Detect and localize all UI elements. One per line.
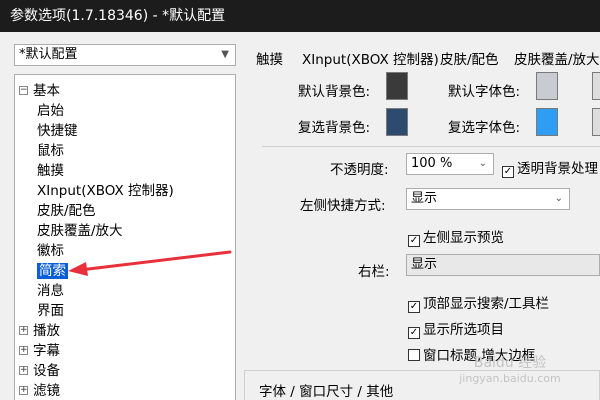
expand-icon[interactable]: + (19, 346, 28, 355)
tree-item-skin[interactable]: 皮肤/配色 (37, 201, 96, 221)
tree-item-label: 快捷键 (37, 123, 78, 139)
section-divider (262, 146, 600, 147)
opacity-value: 100 % (411, 156, 453, 171)
selected-bg-label: 复选背景色: (298, 120, 371, 136)
window-title: 参数选项(1.7.18346) - *默认配置 (0, 0, 600, 32)
chevron-down-icon: ⌄ (478, 158, 487, 169)
tab-xinput[interactable]: XInput(XBOX 控制器) (302, 48, 439, 68)
top-search-label: 顶部显示搜索/工具栏 (423, 296, 550, 312)
tree-item-label: 皮肤/配色 (37, 203, 96, 219)
tree-item-mouse[interactable]: 鼠标 (37, 141, 64, 161)
tab-skin-color[interactable]: 皮肤/配色 (440, 48, 499, 68)
bottom-section-title: 字体 / 窗口尺寸 / 其他 (259, 384, 394, 400)
color-swatch-partial[interactable] (592, 108, 600, 136)
show-selected-label: 显示所选项目 (423, 322, 504, 338)
default-bg-label: 默认背景色: (298, 84, 371, 100)
left-shortcut-value: 显示 (411, 191, 438, 206)
tree-group-label: 字幕 (33, 343, 60, 359)
tree-group-label: 滤镜 (33, 383, 60, 399)
checkbox-checked-icon: ✓ (408, 301, 420, 313)
tree-item-label: 启始 (37, 103, 64, 119)
checkbox-checked-icon: ✓ (502, 166, 514, 178)
tree-item-label: 消息 (37, 283, 64, 299)
tree-item-xinput[interactable]: XInput(XBOX 控制器) (37, 181, 174, 201)
top-search-checkbox[interactable]: ✓ 顶部显示搜索/工具栏 (408, 292, 549, 313)
options-tree: − 基本 启始 快捷键 鼠标 触摸 XInput(XBOX 控制器) 皮肤/配色… (14, 74, 236, 400)
checkbox-checked-icon: ✓ (408, 235, 420, 247)
tree-item-label: XInput(XBOX 控制器) (37, 183, 174, 199)
color-swatch-partial[interactable] (592, 72, 600, 100)
tab-skin-overlay[interactable]: 皮肤覆盖/放大 (514, 48, 600, 68)
tree-item-start[interactable]: 启始 (37, 101, 64, 121)
left-preview-label: 左侧显示预览 (423, 230, 504, 246)
expand-icon[interactable]: + (19, 326, 28, 335)
tree-item-touch[interactable]: 触摸 (37, 161, 64, 181)
bottom-section: 字体 / 窗口尺寸 / 其他 (244, 370, 600, 400)
profile-select-value: *默认配置 (19, 47, 78, 62)
transparent-bg-label: 透明背景处理 (517, 161, 598, 177)
tree-group-label: 基本 (33, 83, 60, 99)
tree-item-label: 鼠标 (37, 143, 64, 159)
default-font-label: 默认字体色: (448, 84, 521, 100)
tree-item-skin-overlay[interactable]: 皮肤覆盖/放大 (37, 221, 123, 241)
selected-font-swatch[interactable] (536, 108, 558, 136)
checkbox-unchecked-icon (408, 349, 420, 361)
expand-icon[interactable]: + (19, 386, 28, 395)
tree-item-label: 皮肤覆盖/放大 (37, 223, 123, 239)
show-selected-checkbox[interactable]: ✓ 显示所选项目 (408, 318, 504, 339)
tree-item-label: 界面 (37, 303, 64, 319)
chevron-down-icon: ⌄ (554, 193, 563, 204)
checkbox-checked-icon: ✓ (408, 327, 420, 339)
right-bar-value: 显示 (411, 257, 438, 272)
default-font-swatch[interactable] (536, 72, 558, 100)
opacity-label: 不透明度: (330, 162, 389, 178)
right-bar-label: 右栏: (358, 264, 390, 280)
tree-item-shortcuts[interactable]: 快捷键 (37, 121, 78, 141)
chevron-down-icon: ▼ (221, 49, 229, 60)
profile-select[interactable]: *默认配置 ▼ (14, 44, 236, 66)
default-bg-swatch[interactable] (386, 72, 408, 100)
selected-bg-swatch[interactable] (386, 108, 408, 136)
opacity-select[interactable]: 100 % ⌄ (406, 153, 494, 175)
annotation-arrow-icon (68, 250, 232, 276)
window-title-label: 窗口标题,增大边框 (423, 348, 536, 364)
left-shortcut-label: 左侧快捷方式: (300, 198, 386, 214)
selected-font-label: 复选字体色: (448, 120, 521, 136)
transparent-bg-checkbox[interactable]: ✓ 透明背景处理 (502, 157, 598, 178)
tree-item-interface[interactable]: 界面 (37, 301, 64, 321)
expand-icon[interactable]: + (19, 366, 28, 375)
tree-group-label: 设备 (33, 363, 60, 379)
tree-item-label: 触摸 (37, 163, 64, 179)
left-preview-checkbox[interactable]: ✓ 左侧显示预览 (408, 226, 504, 247)
tree-item-messages[interactable]: 消息 (37, 281, 64, 301)
tab-touch[interactable]: 触摸 (256, 48, 283, 68)
settings-tabs: 触摸 XInput(XBOX 控制器) 皮肤/配色 皮肤覆盖/放大 (244, 44, 600, 68)
tree-group-label: 播放 (33, 323, 60, 339)
right-bar-select[interactable]: 显示 (406, 254, 600, 276)
collapse-icon[interactable]: − (19, 86, 28, 95)
left-shortcut-select[interactable]: 显示 ⌄ (406, 188, 570, 210)
window-title-checkbox[interactable]: 窗口标题,增大边框 (408, 344, 535, 364)
